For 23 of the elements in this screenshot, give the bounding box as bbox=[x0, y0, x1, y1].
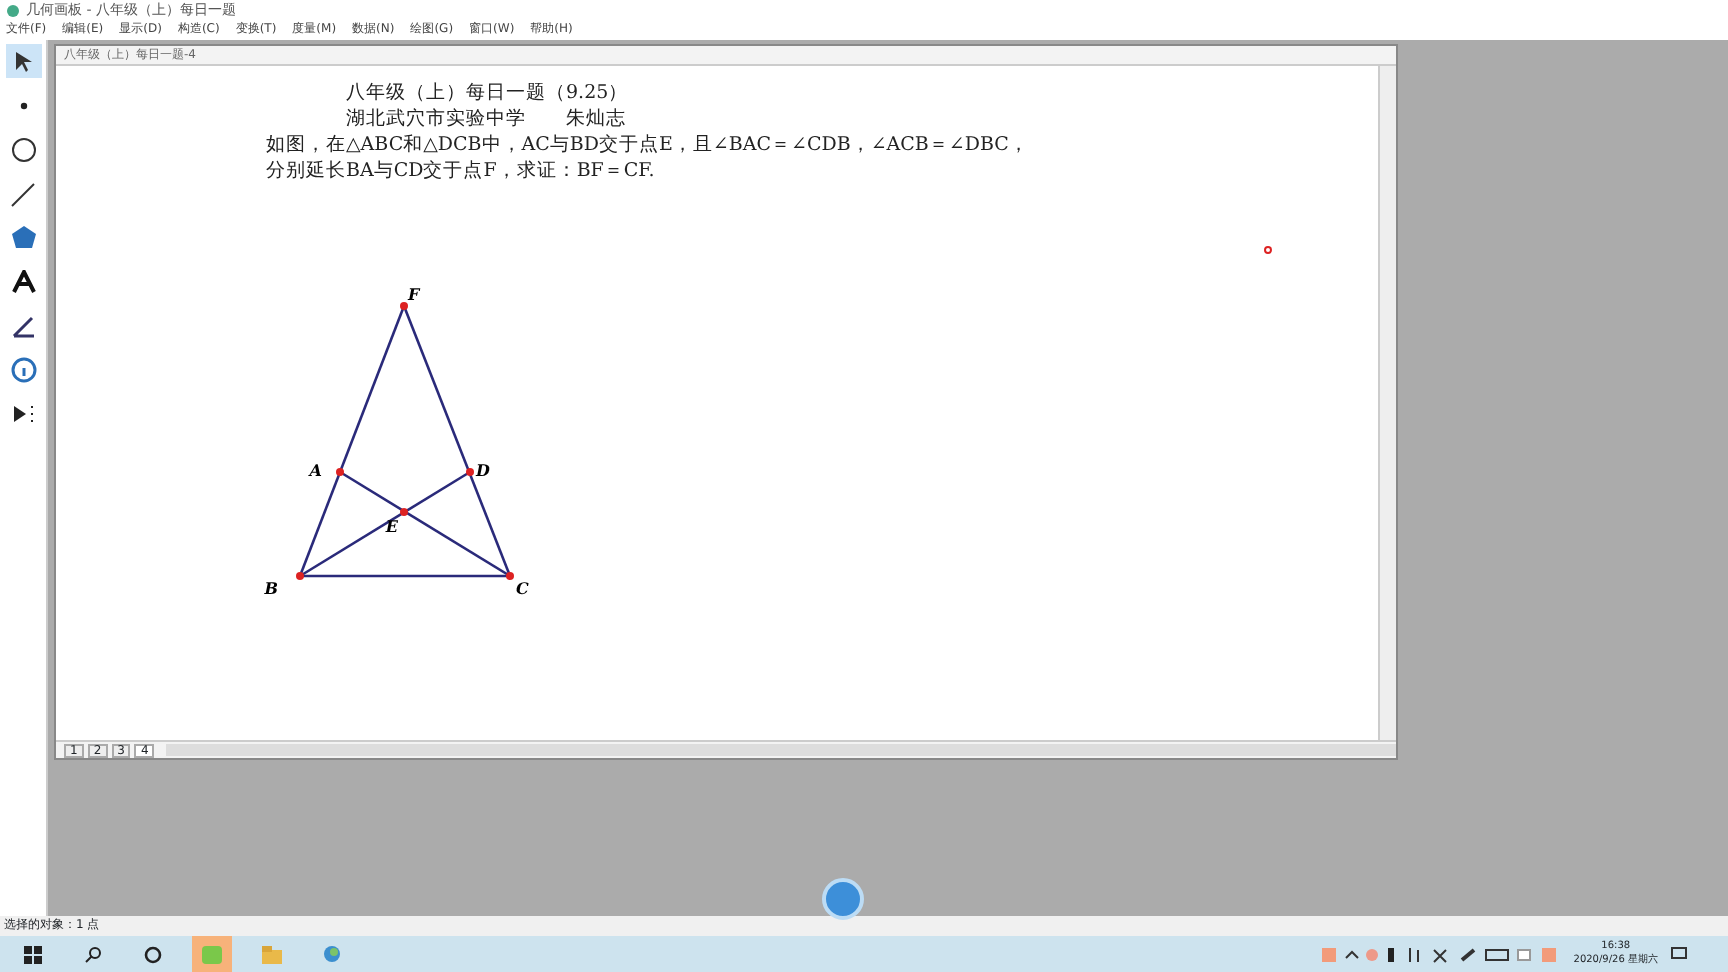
problem-text-line: 八年级（上）每日一题（9.25） bbox=[344, 80, 629, 106]
point-label: E bbox=[385, 516, 398, 536]
point-dot bbox=[400, 508, 408, 516]
point-dot bbox=[466, 468, 474, 476]
arrow-tool-icon[interactable] bbox=[5, 44, 41, 78]
app-icon bbox=[6, 3, 20, 17]
point-label: A bbox=[309, 460, 322, 480]
point-dot bbox=[506, 572, 514, 580]
point-dot bbox=[1264, 246, 1272, 254]
tray-icons-drawing[interactable] bbox=[1321, 945, 1562, 963]
point-dot bbox=[296, 572, 304, 580]
point-dot bbox=[400, 302, 408, 310]
notification-icon[interactable] bbox=[1670, 946, 1688, 962]
vertical-scrollbar[interactable] bbox=[1378, 66, 1396, 740]
problem-text-line: 分别延长BA与CD交于点F，求证：BF＝CF. bbox=[266, 158, 655, 184]
point-dot bbox=[336, 468, 344, 476]
problem-text-line: 如图，在△ABC和△DCB中，AC与BD交于点E，且∠BAC＝∠CDB，∠ACB＝∠DBC， bbox=[266, 132, 1029, 158]
point-label: D bbox=[476, 460, 490, 480]
problem-text-line: 湖北武穴市实验中学 朱灿志 bbox=[344, 106, 626, 132]
point-label: B bbox=[264, 578, 278, 598]
horizontal-scrollbar[interactable] bbox=[166, 744, 1396, 756]
point-label: F bbox=[408, 284, 420, 304]
point-label: C bbox=[516, 578, 529, 598]
